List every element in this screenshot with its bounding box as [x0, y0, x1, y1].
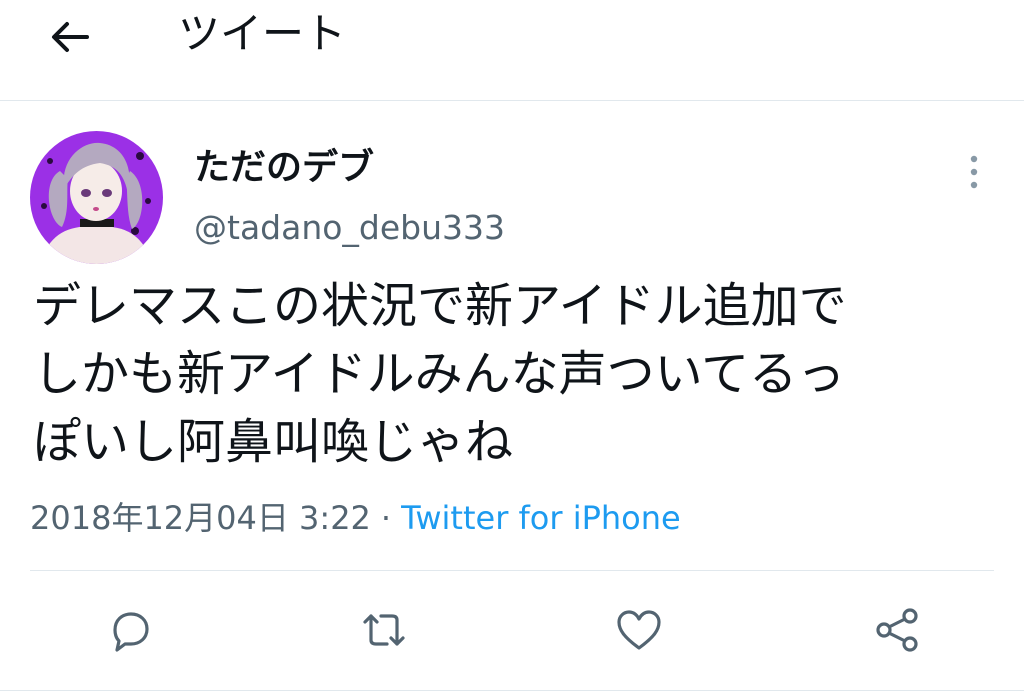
tweet-timestamp[interactable]: 2018年12月04日 3:22: [30, 499, 371, 537]
reply-icon: [113, 612, 149, 652]
header-divider: [0, 100, 1024, 101]
top-bar: ツイート: [0, 0, 1024, 100]
tweet-text-line: しかも新アイドルみんな声ついてるっ: [33, 346, 846, 402]
actions-divider: [30, 570, 994, 571]
tweet-text-line: ぽいし阿鼻叫喚じゃね: [33, 414, 514, 470]
retweet-icon: [363, 614, 405, 646]
heart-icon: [617, 610, 661, 650]
arrow-left-icon: [52, 22, 89, 52]
share-button[interactable]: [869, 604, 925, 656]
bottom-divider: [0, 690, 1024, 691]
more-vertical-icon: [970, 155, 978, 189]
user-handle[interactable]: @tadano_debu333: [194, 206, 505, 250]
display-name[interactable]: ただのデブ: [194, 144, 374, 192]
tweet-source-link[interactable]: Twitter for iPhone: [401, 499, 681, 537]
meta-separator: ·: [380, 499, 392, 537]
tweet-meta: 2018年12月04日 3:22 · Twitter for iPhone: [30, 496, 681, 540]
share-icon: [876, 608, 918, 652]
tweet-text-line: デレマスこの状況で新アイドル追加で: [33, 278, 847, 334]
retweet-button[interactable]: [356, 604, 412, 656]
more-options-button[interactable]: [958, 150, 990, 194]
page-title: ツイート: [178, 9, 347, 58]
avatar[interactable]: [30, 131, 163, 264]
back-button[interactable]: [40, 12, 98, 62]
reply-button[interactable]: [101, 604, 157, 656]
like-button[interactable]: [611, 604, 667, 656]
avatar-image: [30, 131, 163, 264]
tweet-text: デレマスこの状況で新アイドル追加で しかも新アイドルみんな声ついてるっ ぽいし阿…: [33, 272, 1008, 476]
